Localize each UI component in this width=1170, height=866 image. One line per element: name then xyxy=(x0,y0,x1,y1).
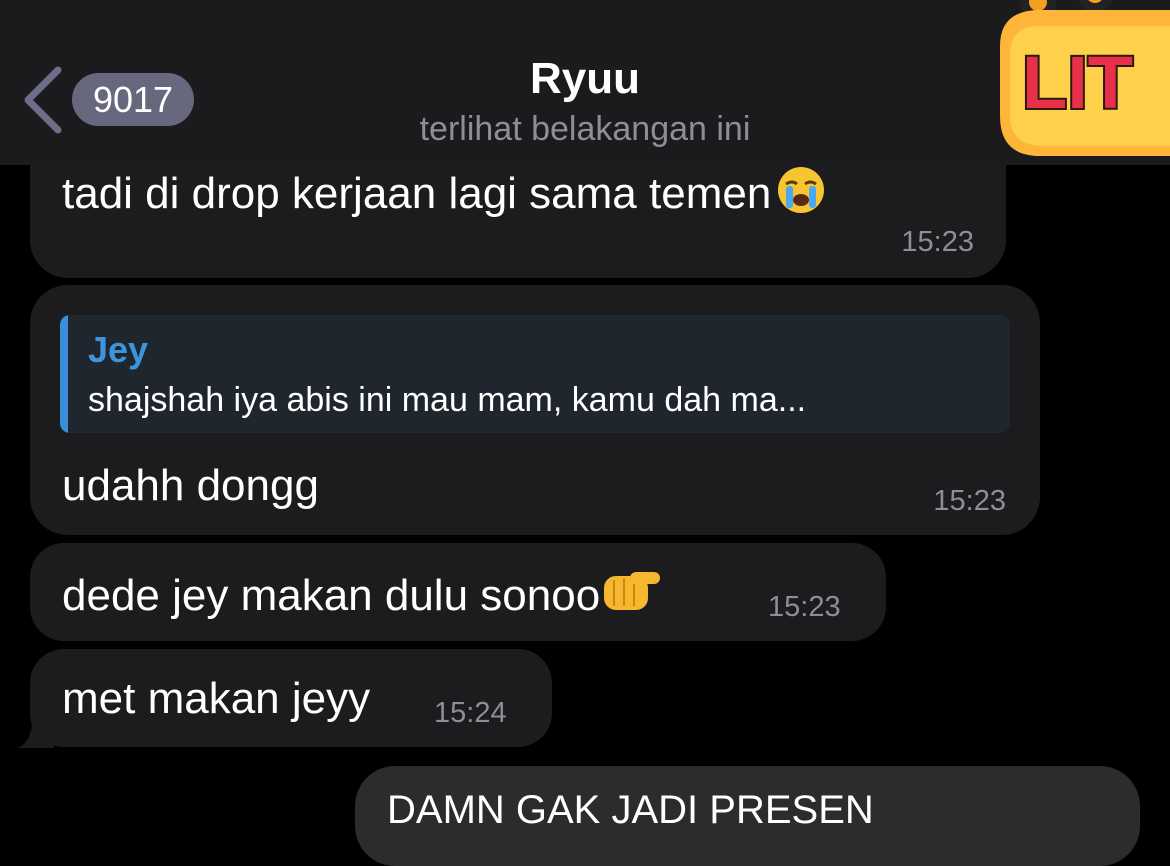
message-time: 15:23 xyxy=(768,591,841,623)
chat-status: terlihat belakangan ini xyxy=(419,110,751,148)
avatar[interactable]: LIT xyxy=(1000,0,1170,158)
chat-title[interactable]: Ryuu xyxy=(0,54,1170,104)
reply-bar xyxy=(60,315,68,433)
message-bubble[interactable]: Jey shajshah iya abis ini mau mam, kamu … xyxy=(30,285,1040,535)
reply-text: shajshah iya abis ini mau mam, kamu dah … xyxy=(88,381,807,419)
pointing-hand-icon xyxy=(604,572,661,610)
reply-author: Jey xyxy=(88,329,149,370)
reply-quote[interactable]: Jey shajshah iya abis ini mau mam, kamu … xyxy=(60,315,1010,433)
message-time: 15:23 xyxy=(901,226,974,258)
message-text: DAMN GAK JADI PRESEN xyxy=(387,788,874,832)
message-text: dede jey makan dulu sonoo xyxy=(62,566,664,621)
crying-face-icon xyxy=(778,167,825,213)
message-text: udahh dongg xyxy=(62,461,319,510)
message-time: 15:24 xyxy=(434,697,507,729)
message-time: 15:23 xyxy=(933,485,1006,517)
avatar-lettering: LIT xyxy=(1022,41,1133,124)
outgoing-message-bubble[interactable]: DAMN GAK JADI PRESEN xyxy=(355,766,1140,866)
chat-header: 9017 Ryuu terlihat belakangan ini LIT xyxy=(0,0,1170,165)
message-text: tadi di drop kerjaan lagi sama temen xyxy=(62,164,829,219)
message-bubble[interactable]: dede jey makan dulu sonoo 15:23 xyxy=(30,543,886,641)
message-bubble[interactable]: met makan jeyy 15:24 xyxy=(30,649,552,747)
message-text: met makan jeyy xyxy=(62,674,371,723)
